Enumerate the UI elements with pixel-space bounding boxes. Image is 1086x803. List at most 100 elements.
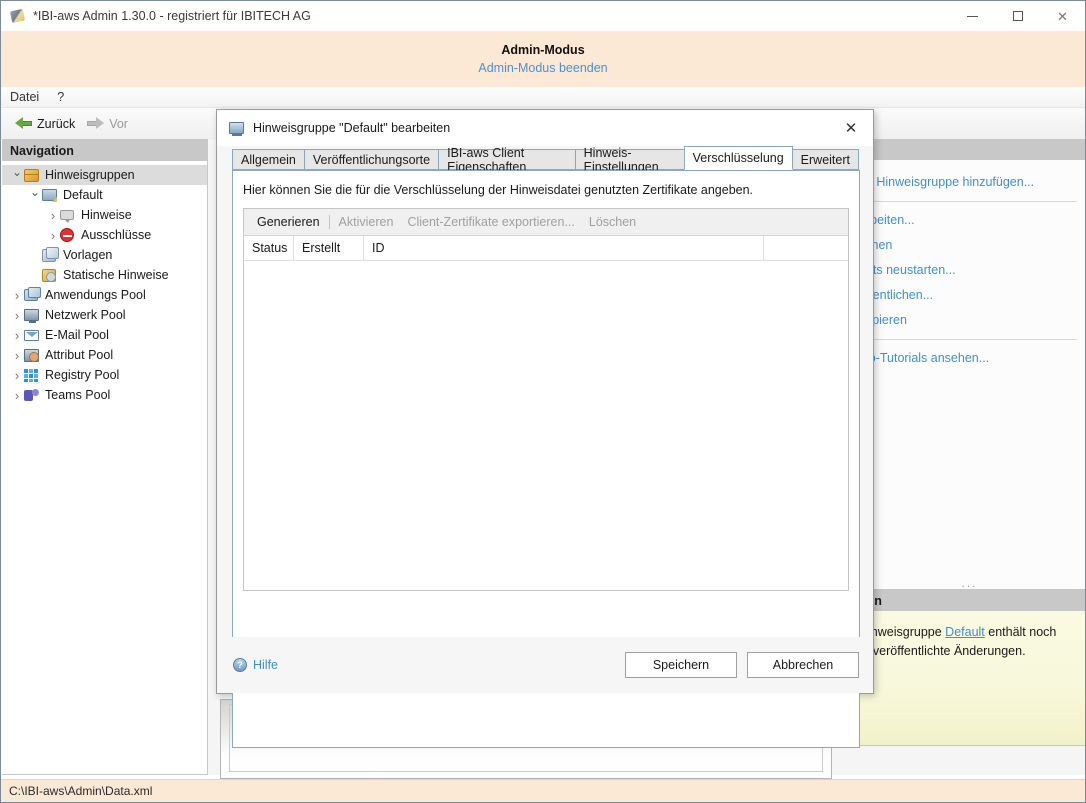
sidebar-item-label: Ausschlüsse (81, 228, 151, 242)
sidebar-item-e-mail-pool[interactable]: E-Mail Pool (2, 325, 207, 345)
sidebar-item-ausschl-sse[interactable]: Ausschlüsse (2, 225, 207, 245)
sidebar-item-hinweise[interactable]: Hinweise (2, 205, 207, 225)
dialog-footer: ? Hilfe Speichern Abbrechen (217, 637, 873, 693)
sidebar-header: Navigation (2, 140, 207, 161)
dialog-close-button[interactable]: ✕ (829, 110, 873, 146)
dialog-tabstrip: AllgemeinVeröffentlichungsorteIBI-aws Cl… (232, 146, 858, 170)
chevron-right-icon[interactable] (46, 208, 60, 223)
sidebar-item-default[interactable]: Default (2, 185, 207, 205)
attr-icon (24, 347, 40, 363)
ban-icon (60, 227, 76, 243)
close-icon: ✕ (1057, 10, 1068, 23)
actions-list: ue Hinweisgruppe hinzufügen... arbeiten..… (855, 160, 1085, 371)
column-header-id[interactable]: ID (364, 236, 764, 261)
tab-description: Hier können Sie die für die Verschlüssel… (243, 183, 849, 197)
notification-panel: ... tion Hinweisgruppe Default enthält n… (854, 589, 1085, 746)
action-link-6[interactable]: leo-Tutorials ansehen... (859, 346, 1085, 371)
sidebar-item-anwendungs-pool[interactable]: Anwendungs Pool (2, 285, 207, 305)
sidebar-item-label: Hinweisgruppen (45, 168, 135, 182)
sidebar-item-label: Default (63, 188, 103, 202)
chevron-down-icon[interactable] (10, 168, 24, 182)
notification-text-after: enthält noch (985, 625, 1057, 639)
back-button[interactable]: Zurück (9, 115, 81, 133)
back-arrow-icon (15, 117, 32, 130)
sidebar-item-teams-pool[interactable]: Teams Pool (2, 385, 207, 405)
sidebar-item-statische-hinweise[interactable]: Statische Hinweise (2, 265, 207, 285)
certificates-toolbar: GenerierenAktivierenClient-Zertifikate e… (244, 209, 848, 236)
notification-group-link[interactable]: Default (945, 625, 985, 639)
minimize-icon (967, 16, 978, 17)
save-button[interactable]: Speichern (625, 652, 737, 678)
dialog-footer-buttons: Speichern Abbrechen (625, 652, 859, 678)
action-link-2[interactable]: schen (859, 233, 1085, 258)
action-link-0[interactable]: ue Hinweisgruppe hinzufügen... (859, 170, 1085, 195)
sidebar-item-label: Teams Pool (45, 388, 110, 402)
tab-verschl-sselung[interactable]: Verschlüsselung (684, 146, 793, 170)
tab-ibi-aws-client-eigenschaften[interactable]: IBI-aws Client Eigenschaften (438, 149, 576, 170)
chevron-right-icon[interactable] (10, 308, 24, 323)
actions-separator (859, 201, 1077, 202)
action-link-1[interactable]: arbeiten... (859, 208, 1085, 233)
actions-panel-header: n (855, 139, 1085, 160)
copies-icon (42, 247, 58, 263)
edit-hinweisgruppe-dialog: Hinweisgruppe "Default" bearbeiten ✕ All… (216, 109, 874, 694)
close-button[interactable]: ✕ (1040, 1, 1085, 31)
teams-icon (24, 387, 40, 403)
notification-text-line2: nt veröffentlichte Änderungen. (859, 642, 1077, 661)
sidebar-item-label: Netzwerk Pool (45, 308, 126, 322)
certificates-table-body[interactable] (244, 261, 848, 590)
notification-overflow-dots: ... (854, 576, 1085, 589)
chevron-down-icon[interactable] (28, 188, 42, 202)
column-header-status[interactable]: Status (244, 236, 294, 261)
speech-icon (60, 207, 76, 223)
actions-panel: n ue Hinweisgruppe hinzufügen... arbeiten… (854, 139, 1085, 610)
certificates-box: GenerierenAktivierenClient-Zertifikate e… (243, 208, 849, 591)
window-controls: ✕ (950, 1, 1085, 31)
action-link-3[interactable]: ents neustarten... (859, 258, 1085, 283)
tab-allgemein[interactable]: Allgemein (232, 149, 305, 170)
certificates-table-header: StatusErstelltID (244, 236, 848, 261)
sidebar-item-label: Statische Hinweise (63, 268, 169, 282)
notification-panel-header: tion (855, 590, 1085, 611)
tab-hinweis-einstellungen[interactable]: Hinweis-Einstellungen (575, 149, 685, 170)
tab-ver-ffentlichungsorte[interactable]: Veröffentlichungsorte (304, 149, 439, 170)
sidebar-item-vorlagen[interactable]: Vorlagen (2, 245, 207, 265)
chevron-right-icon[interactable] (10, 328, 24, 343)
forward-button[interactable]: Vor (81, 115, 134, 133)
sidebar-item-label: Attribut Pool (45, 348, 113, 362)
admin-mode-title: Admin-Modus (501, 43, 584, 57)
chevron-right-icon[interactable] (10, 368, 24, 383)
chevron-right-icon[interactable] (46, 228, 60, 243)
apppool-icon (24, 287, 40, 303)
action-link-4[interactable]: öffentlichen... (859, 283, 1085, 308)
maximize-button[interactable] (995, 1, 1040, 31)
sidebar-item-label: E-Mail Pool (45, 328, 109, 342)
chevron-right-icon[interactable] (10, 388, 24, 403)
chevron-right-icon[interactable] (10, 348, 24, 363)
box-icon (24, 167, 40, 183)
netpool-icon (24, 307, 40, 323)
menu-item-datei[interactable]: Datei (1, 88, 48, 106)
monitor-icon (42, 187, 58, 203)
cancel-button[interactable]: Abbrechen (747, 652, 859, 678)
sidebar-item-label: Hinweise (81, 208, 132, 222)
minimize-button[interactable] (950, 1, 995, 31)
help-link[interactable]: ? Hilfe (233, 658, 278, 672)
dialog-title: Hinweisgruppe "Default" bearbeiten (253, 121, 450, 135)
forward-button-label: Vor (109, 117, 128, 131)
sidebar-item-registry-pool[interactable]: Registry Pool (2, 365, 207, 385)
staticn-icon (42, 267, 58, 283)
sidebar-item-hinweisgruppen[interactable]: Hinweisgruppen (2, 165, 207, 185)
sidebar-item-attribut-pool[interactable]: Attribut Pool (2, 345, 207, 365)
cert-toolbar-generieren-button[interactable]: Generieren (250, 213, 327, 231)
column-header-erstellt[interactable]: Erstellt (294, 236, 364, 261)
help-link-label: Hilfe (253, 658, 278, 672)
action-link-5[interactable]: kopieren (859, 308, 1085, 333)
forward-arrow-icon (87, 117, 104, 130)
sidebar-item-netzwerk-pool[interactable]: Netzwerk Pool (2, 305, 207, 325)
menu-item-help[interactable]: ? (48, 88, 73, 106)
admin-mode-exit-link[interactable]: Admin-Modus beenden (478, 61, 607, 75)
tab-erweitert[interactable]: Erweitert (792, 149, 859, 170)
chevron-right-icon[interactable] (10, 288, 24, 303)
tab-panel-inner: Hier können Sie die für die Verschlüssel… (233, 171, 859, 591)
